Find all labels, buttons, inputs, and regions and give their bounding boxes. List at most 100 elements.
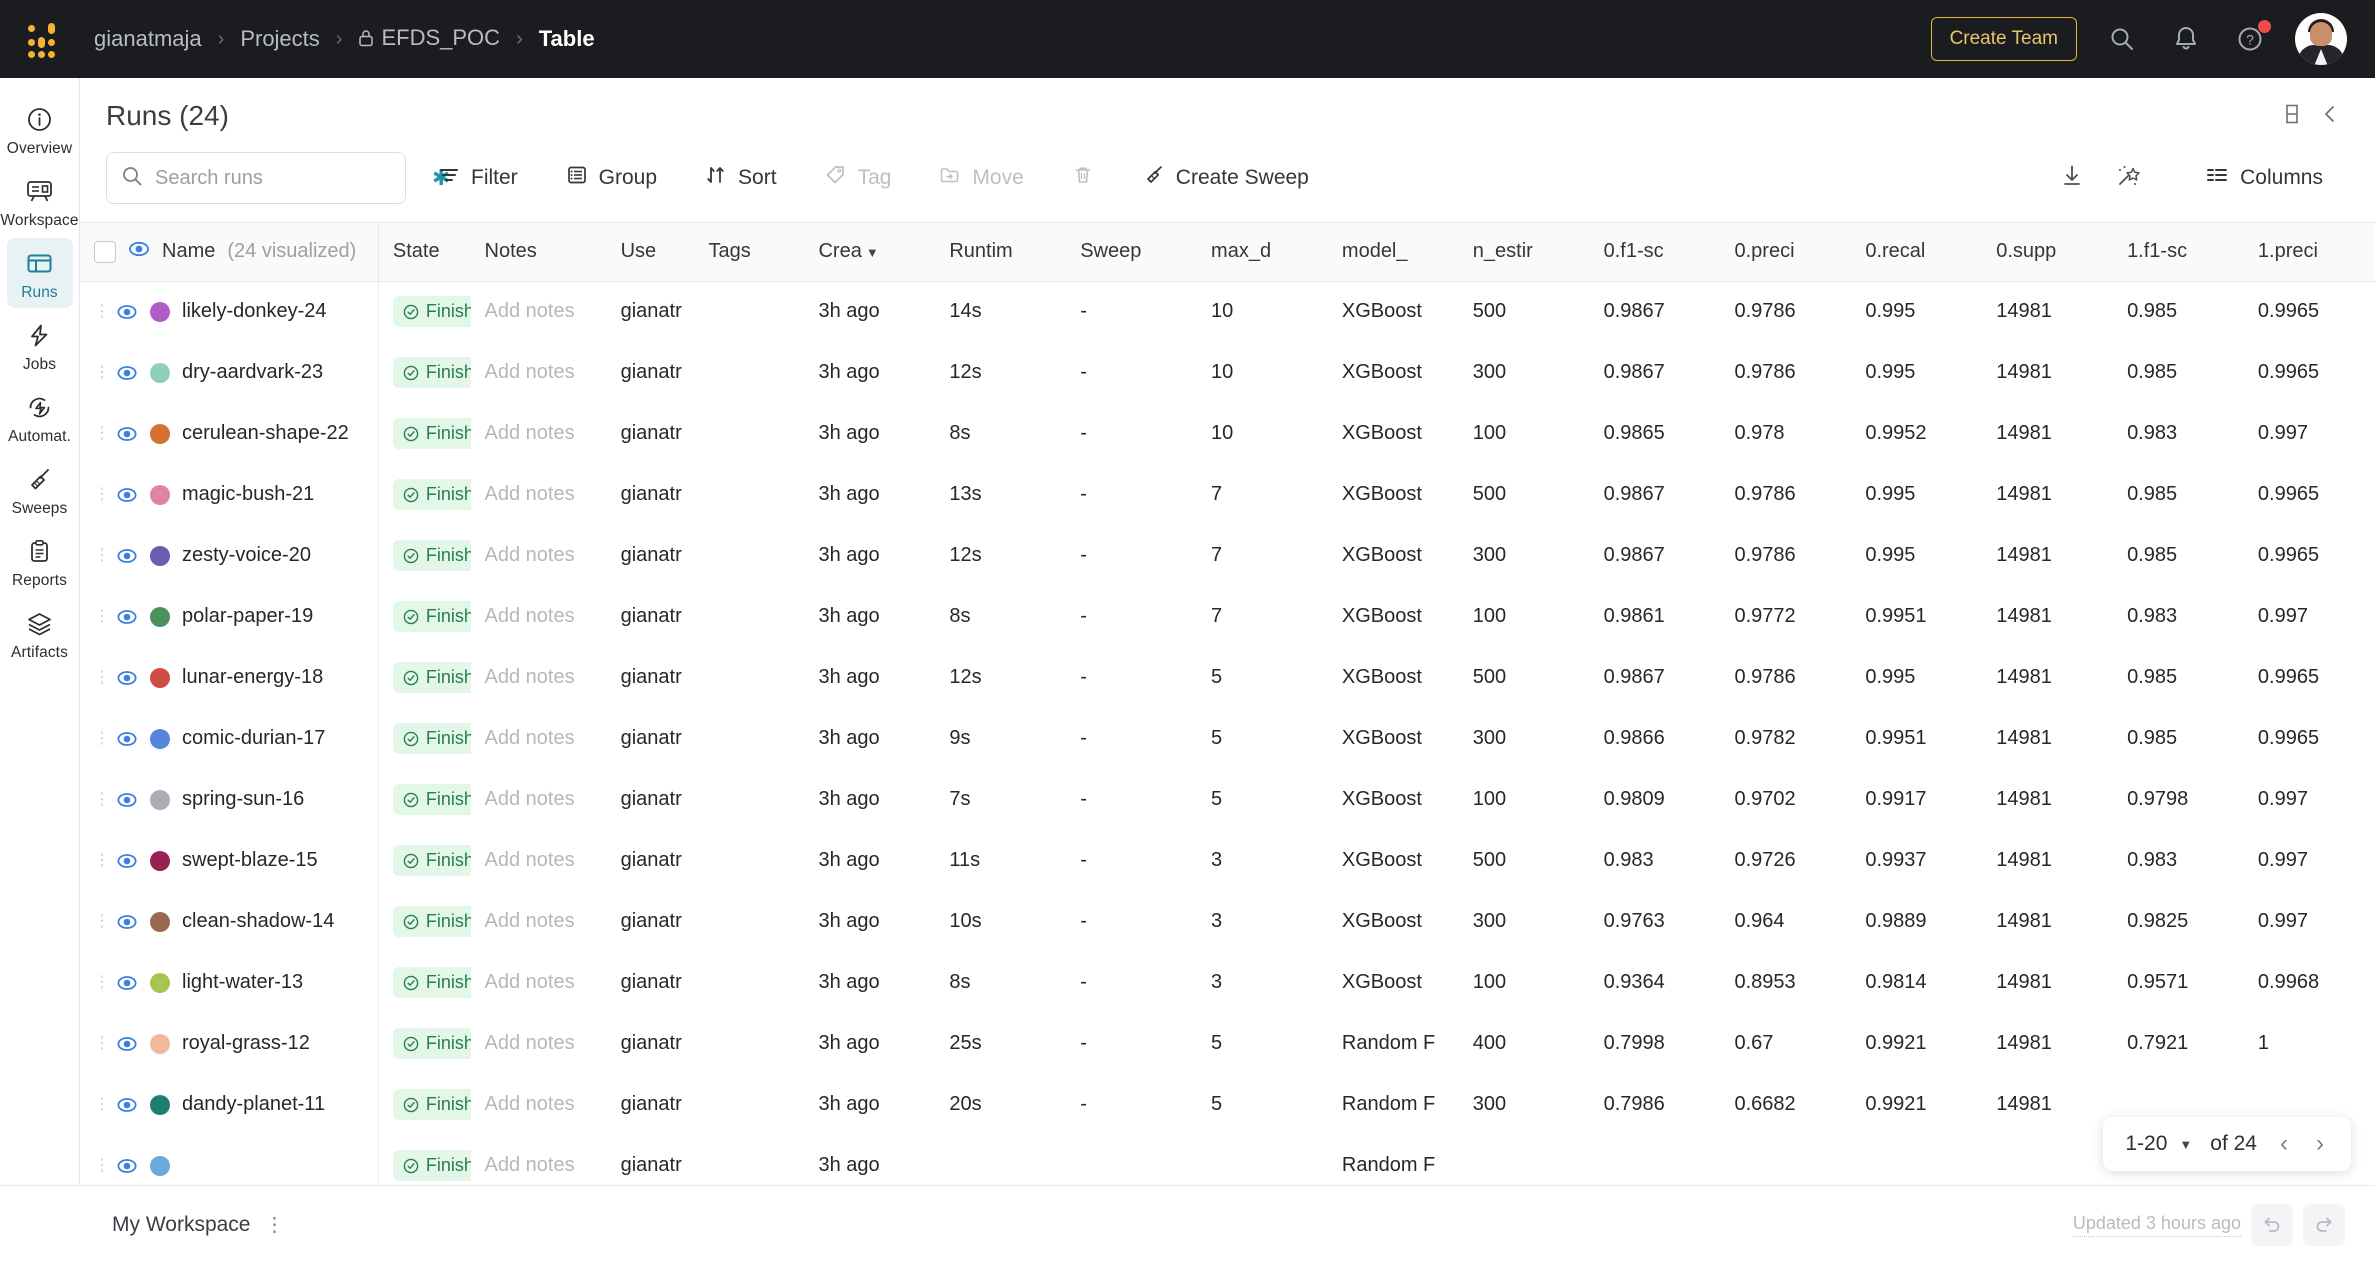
cell-run-name[interactable]: ⋮ royal-grass-12: [80, 1013, 379, 1074]
table-row[interactable]: ⋮ magic-bush-21 FinishedAdd notesgianatr 3h…: [80, 464, 2375, 525]
select-all-checkbox[interactable]: [94, 240, 116, 263]
page-range-select[interactable]: 1-20 ▼: [2125, 1132, 2192, 1156]
column-header-name[interactable]: Name (24 visualized): [80, 223, 379, 282]
drag-handle[interactable]: ⋮: [94, 914, 110, 929]
table-row[interactable]: ⋮ light-water-13 FinishedAdd notesgianatr 3…: [80, 952, 2375, 1013]
drag-handle[interactable]: ⋮: [94, 487, 110, 502]
visibility-eye-icon[interactable]: [128, 238, 150, 266]
table-row[interactable]: ⋮ dandy-planet-11 FinishedAdd notesgianatr…: [80, 1074, 2375, 1135]
cell-notes[interactable]: Add notes: [470, 525, 607, 586]
sidebar-item-runs[interactable]: Runs: [6, 238, 73, 308]
drag-handle[interactable]: ⋮: [94, 853, 110, 868]
search-icon[interactable]: [2103, 20, 2141, 58]
column-header-n-estimators[interactable]: n_estir: [1458, 223, 1590, 282]
column-header-precision-1[interactable]: 1.preci: [2243, 223, 2375, 282]
drag-handle[interactable]: ⋮: [94, 792, 110, 807]
cell-notes[interactable]: Add notes: [470, 586, 607, 647]
column-header-support-0[interactable]: 0.supp: [1982, 223, 2114, 282]
drag-handle[interactable]: ⋮: [94, 1097, 110, 1112]
column-header-f1-score-1[interactable]: 1.f1-sc: [2113, 223, 2244, 282]
drag-handle[interactable]: ⋮: [94, 609, 110, 624]
table-row[interactable]: ⋮ dry-aardvark-23 FinishedAdd notesgianatr…: [80, 342, 2375, 403]
workspace-name[interactable]: My Workspace: [112, 1213, 250, 1237]
undo-icon[interactable]: [2251, 1203, 2293, 1246]
cell-notes[interactable]: Add notes: [470, 891, 607, 952]
create-team-button[interactable]: Create Team: [1930, 17, 2077, 61]
column-header-user[interactable]: Use: [606, 223, 695, 282]
table-row[interactable]: ⋮ cerulean-shape-22 FinishedAdd notesgiana…: [80, 403, 2375, 464]
cell-notes[interactable]: Add notes: [470, 769, 607, 830]
visibility-eye-icon[interactable]: [116, 1033, 138, 1055]
filter-button[interactable]: Filter: [422, 154, 534, 202]
visibility-eye-icon[interactable]: [116, 850, 138, 872]
cell-run-name[interactable]: ⋮ zesty-voice-20: [80, 525, 379, 586]
cell-run-name[interactable]: ⋮ comic-durian-17: [80, 708, 379, 769]
breadcrumb-table[interactable]: Table: [529, 22, 605, 56]
cell-notes[interactable]: Add notes: [470, 281, 607, 342]
drag-handle[interactable]: ⋮: [94, 548, 110, 563]
cell-run-name[interactable]: ⋮ dry-aardvark-23: [80, 342, 379, 403]
column-header-f1-score-0[interactable]: 0.f1-sc: [1589, 223, 1721, 282]
search-runs-box[interactable]: ✱: [106, 152, 450, 204]
cell-notes[interactable]: Add notes: [470, 1135, 607, 1185]
column-header-recall-0[interactable]: 0.recal: [1851, 223, 1983, 282]
table-row[interactable]: ⋮ zesty-voice-20 FinishedAdd notesgianatr 3…: [80, 525, 2375, 586]
visibility-eye-icon[interactable]: [116, 1155, 138, 1177]
cell-run-name[interactable]: ⋮ magic-bush-21: [80, 464, 379, 525]
column-header-notes[interactable]: Notes: [470, 223, 607, 282]
cell-run-name[interactable]: ⋮ clean-shadow-14: [80, 891, 379, 952]
visibility-eye-icon[interactable]: [116, 728, 138, 750]
column-header-created[interactable]: Crea ▼: [804, 223, 936, 282]
sidebar-item-jobs[interactable]: Jobs: [7, 310, 73, 380]
cell-run-name[interactable]: ⋮: [80, 1135, 379, 1185]
drag-handle[interactable]: ⋮: [94, 426, 110, 441]
table-row[interactable]: ⋮ royal-grass-12 FinishedAdd notesgianatr 3…: [80, 1013, 2375, 1074]
cell-notes[interactable]: Add notes: [470, 647, 607, 708]
cell-run-name[interactable]: ⋮ lunar-energy-18: [80, 647, 379, 708]
column-header-tags[interactable]: Tags: [694, 223, 805, 282]
cell-run-name[interactable]: ⋮ light-water-13: [80, 952, 379, 1013]
sort-button[interactable]: Sort: [689, 154, 793, 202]
avatar[interactable]: [2295, 13, 2347, 65]
cell-notes[interactable]: Add notes: [470, 1074, 607, 1135]
breadcrumb-project[interactable]: EFDS_POC: [348, 21, 510, 57]
table-row[interactable]: ⋮ swept-blaze-15 FinishedAdd notesgianatr 3…: [80, 830, 2375, 891]
cell-run-name[interactable]: ⋮ likely-donkey-24: [80, 281, 379, 342]
cell-run-name[interactable]: ⋮ swept-blaze-15: [80, 830, 379, 891]
search-input[interactable]: [155, 166, 420, 190]
create-sweep-button[interactable]: Create Sweep: [1126, 154, 1325, 202]
table-row[interactable]: ⋮ FinishedAdd notesgianatr 3h ago Random F: [80, 1135, 2375, 1185]
visibility-eye-icon[interactable]: [116, 362, 138, 384]
visibility-eye-icon[interactable]: [116, 301, 138, 323]
table-row[interactable]: ⋮ likely-donkey-24 FinishedAdd notesgianat…: [80, 281, 2375, 342]
visibility-eye-icon[interactable]: [116, 545, 138, 567]
visibility-eye-icon[interactable]: [116, 484, 138, 506]
sidebar-item-reports[interactable]: Reports: [7, 526, 73, 596]
runs-table-container[interactable]: Name (24 visualized) State Notes Use Tag…: [80, 222, 2375, 1185]
table-row[interactable]: ⋮ lunar-energy-18 FinishedAdd notesgianatr…: [80, 647, 2375, 708]
breadcrumb-projects[interactable]: Projects: [230, 22, 329, 56]
sidebar-item-workspace[interactable]: Workspace: [0, 166, 78, 236]
table-row[interactable]: ⋮ clean-shadow-14 FinishedAdd notesgianatr…: [80, 891, 2375, 952]
cell-run-name[interactable]: ⋮ dandy-planet-11: [80, 1074, 379, 1135]
drag-handle[interactable]: ⋮: [94, 731, 110, 746]
sidebar-item-automations[interactable]: Automat.: [7, 382, 73, 452]
drag-handle[interactable]: ⋮: [94, 365, 110, 380]
column-header-runtime[interactable]: Runtim: [935, 223, 1067, 282]
prev-page-button[interactable]: ‹: [2275, 1130, 2293, 1158]
visibility-eye-icon[interactable]: [116, 423, 138, 445]
visibility-eye-icon[interactable]: [116, 606, 138, 628]
cell-notes[interactable]: Add notes: [470, 708, 607, 769]
visibility-eye-icon[interactable]: [116, 667, 138, 689]
visibility-eye-icon[interactable]: [116, 972, 138, 994]
visibility-eye-icon[interactable]: [116, 789, 138, 811]
cell-notes[interactable]: Add notes: [470, 403, 607, 464]
column-header-max-depth[interactable]: max_d: [1197, 223, 1328, 282]
table-row[interactable]: ⋮ spring-sun-16 FinishedAdd notesgianatr 3h…: [80, 769, 2375, 830]
sidebar-item-artifacts[interactable]: Artifacts: [7, 598, 73, 668]
cell-notes[interactable]: Add notes: [470, 342, 607, 403]
column-header-model[interactable]: model_: [1327, 223, 1459, 282]
sidebar-item-sweeps[interactable]: Sweeps: [7, 454, 73, 524]
bell-icon[interactable]: [2167, 20, 2205, 58]
group-button[interactable]: Group: [550, 154, 673, 202]
